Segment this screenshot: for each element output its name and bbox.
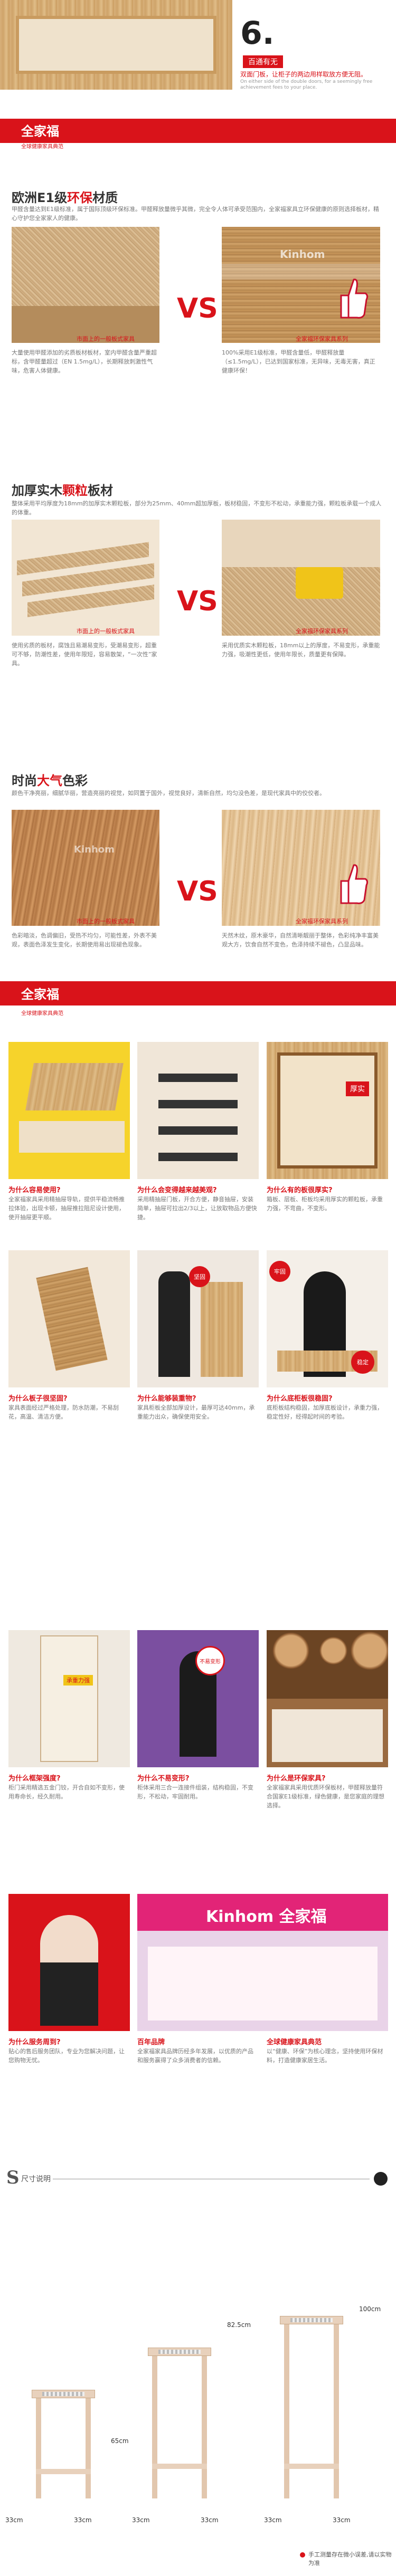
feature-q-5: 为什么能够装重物? <box>137 1395 196 1403</box>
step-desc-cn: 双面门板，让柜子的两边用样取放方便无阻。 <box>240 71 367 78</box>
label-firm: 牢固 <box>269 1261 290 1282</box>
feature-q-3: 为什么有的板很厚实? <box>267 1186 333 1194</box>
feature-photo-panel <box>8 1250 130 1387</box>
feature-photo-drawer <box>8 1042 130 1179</box>
header-section: 6. 百通有无 双面门板，让柜子的两边用样取放方便无阻。 On either s… <box>0 0 396 90</box>
eco-right-text: 100%采用E1级标准，甲醛含量低，甲醛释放量（≤1.5mg/L），已达到国家标… <box>222 349 375 374</box>
feature-photo-wardrobe <box>267 1042 388 1179</box>
stand-small-height: 65cm <box>111 2437 129 2445</box>
stand-small-depth: 33cm <box>74 2516 92 2524</box>
stand-medium-depth: 33cm <box>201 2516 219 2524</box>
label-no-deform: 不易变形 <box>195 1646 225 1675</box>
feature-text-2: 采用精抽屉门板，开合方便，静音抽屉，安装简单，抽屉可拉出2/3以上，让放取物品方… <box>137 1196 257 1221</box>
brand-sub-2: 全球健康家具典范 <box>21 1011 63 1017</box>
size-note: 手工测量存在微小误差,请以实物为准 <box>308 2551 392 2567</box>
color-left-text: 色彩暗淡，色调偏旧，受热不均匀，可能性差，外表不美观，表面色泽发生变化，长期使用… <box>12 932 157 948</box>
color-right-text: 天然木纹，原木豪华，自然清晰靓丽于整体，色彩纯净丰富美观大方，饮食自然不变色，色… <box>222 932 379 948</box>
eco-right-caption: 全家福环保家具系列 <box>296 336 348 342</box>
eco-watermark: Kinhom <box>280 248 325 261</box>
color-left-caption: 市面上的一般板式家具 <box>77 918 135 925</box>
stand-small-width: 33cm <box>5 2516 23 2524</box>
store-sign: Kinhom 全家福 <box>206 1908 327 1926</box>
stand-large-height: 100cm <box>359 2305 381 2313</box>
feature-photo-logs <box>267 1630 388 1767</box>
feature-q-10: 为什么服务周到? <box>8 2038 61 2046</box>
eco-left-photo <box>12 227 159 343</box>
feature-text-4: 家具表面经过严格处理，防水防潮，不易刮花，高温、清洁方便。 <box>8 1404 119 1420</box>
label-load: 承重力强 <box>63 1675 93 1686</box>
color-left-photo <box>12 810 159 926</box>
board-title: 加厚实木颗粒板材 <box>12 483 113 498</box>
feature-text-3: 箱板、层板、柜板均采用厚实的颗粒板，承重力强，不弯曲，不变形。 <box>267 1196 383 1212</box>
eco-desc: 甲醛含量达到E1级标准，属于国际顶级环保标准。甲醛释放量微乎其微，完全令人体可承… <box>12 206 379 222</box>
brand-name-2: 全家福 <box>21 987 59 1002</box>
stand-large <box>280 2316 343 2501</box>
size-title-letter: S <box>6 2167 20 2188</box>
color-title: 时尚大气色彩 <box>12 773 88 788</box>
feature-photo-service <box>8 1894 130 2031</box>
label-stable: 稳定 <box>351 1351 374 1374</box>
stand-small <box>32 2390 95 2501</box>
eco-title: 欧洲E1级环保材质 <box>12 190 118 205</box>
color-vs: VS <box>177 876 218 907</box>
size-section-icon <box>374 2172 388 2186</box>
board-desc: 整体采用平均厚度为18mm的加厚实木颗粒板，部分为25mm、40mm超加厚板，板… <box>12 500 382 516</box>
feature-text-6: 底柜板结构稳固，加厚底板设计，承重力强，稳定性好，经得起时间的考验。 <box>267 1404 383 1420</box>
color-desc: 颜色干净亮丽，细腻华丽，营造亮丽的视觉，如同置于国外，视觉良好，清新自然，均匀没… <box>12 790 325 797</box>
color-watermark: Kinhom <box>74 844 115 855</box>
stand-medium <box>148 2348 211 2501</box>
eco-left-text: 大量使用甲醛添加的劣质板材板材，室内甲醛含量严重超标，含甲醛量超过（EN 1.5… <box>12 349 157 374</box>
stand-medium-width: 33cm <box>132 2516 150 2524</box>
feature-q-6: 为什么底柜板很稳固? <box>267 1395 333 1403</box>
brand-sub: 全球健康家具典范 <box>21 144 63 150</box>
feature-text-1: 全家福家具采用精抽屉导轨，提供平稳流畅推拉体验，出现卡顿，抽屉推拉阻尼设计使用，… <box>8 1196 125 1221</box>
feature-photo-man <box>137 1630 259 1767</box>
eco-left-caption: 市面上的一般板式家具 <box>77 336 135 342</box>
board-left-caption: 市面上的一般板式家具 <box>77 628 135 635</box>
stand-large-depth: 33cm <box>333 2516 351 2524</box>
stand-medium-height: 82.5cm <box>227 2321 251 2329</box>
eco-vs: VS <box>177 293 218 324</box>
stand-large-width: 33cm <box>264 2516 282 2524</box>
color-right-caption: 全家福环保家具系列 <box>296 918 348 925</box>
feature-q-2: 为什么会变得越来越美观? <box>137 1186 217 1194</box>
feature-q-11: 百年品牌 <box>137 2038 165 2046</box>
thumbs-up-icon <box>338 860 370 907</box>
step-number: 6. <box>240 15 275 52</box>
feature-text-12: 以“健康、环保”为核心理念，坚持使用环保材料，打造健康家居生活。 <box>267 2048 383 2064</box>
feature-photo-cabinet <box>8 1630 130 1767</box>
feature-text-11: 全家福家具品牌历经多年发展，以优质的产品和服务赢得了众多消费者的信赖。 <box>137 2048 253 2064</box>
feature-photo-slides <box>137 1042 259 1179</box>
board-right-caption: 全家福环保家具系列 <box>296 628 348 635</box>
step-desc-en: On either side of the double doors, for … <box>240 79 373 90</box>
brand-bar-2: 全家福 <box>0 981 396 1005</box>
feature-q-4: 为什么板子很坚固? <box>8 1395 68 1403</box>
feature-q-12: 全球健康家具典范 <box>267 2038 322 2046</box>
board-right-photo <box>222 520 380 636</box>
board-right-text: 采用优质实木颗粒板，18mm以上的厚度，不易变形，承重能力强，吸潮性更低，使用年… <box>222 642 380 658</box>
feature-text-8: 柜体采用三合一连接件组装，结构稳固，不变形，不松动，牢固耐用。 <box>137 1784 253 1800</box>
feature-q-7: 为什么框架强度? <box>8 1775 61 1783</box>
label-strong: 坚固 <box>189 1266 210 1287</box>
board-left-photo <box>12 520 159 636</box>
thumbs-up-icon <box>338 274 370 322</box>
label-thick: 厚实 <box>346 1081 369 1096</box>
feature-text-7: 柜门采用精选五金门铰，开合自如不变形，使用寿命长，经久耐用。 <box>8 1784 125 1800</box>
feature-q-9: 为什么是环保家具? <box>267 1775 326 1783</box>
feature-text-5: 家具柜板全部加厚设计，最厚可达40mm，承重能力出众，确保使用安全。 <box>137 1404 255 1420</box>
size-title-text: 尺寸说明 <box>21 2175 51 2184</box>
board-vs: VS <box>177 586 218 617</box>
step-subtitle: 百通有无 <box>243 55 283 68</box>
feature-q-1: 为什么容易使用? <box>8 1186 61 1194</box>
feature-text-10: 贴心的售后服务团队，专业为您解决问题，让您购物无忧。 <box>8 2048 125 2064</box>
feature-q-8: 为什么不易变形? <box>137 1775 190 1783</box>
brand-bar: 全家福 全球健康家具典范 <box>0 119 396 150</box>
brand-name: 全家福 <box>21 124 59 139</box>
feature-text-9: 全家福家具采用优质环保板材，甲醛释放量符合国家E1级标准，绿色健康，是您家庭的理… <box>267 1784 384 1809</box>
size-note-bullet <box>300 2552 305 2558</box>
header-photo <box>0 0 232 90</box>
board-left-text: 使用劣质的板材，腐蚀且易潮易变形，受潮易变形，超重可不够，防潮性差，使用年限短，… <box>12 642 157 667</box>
